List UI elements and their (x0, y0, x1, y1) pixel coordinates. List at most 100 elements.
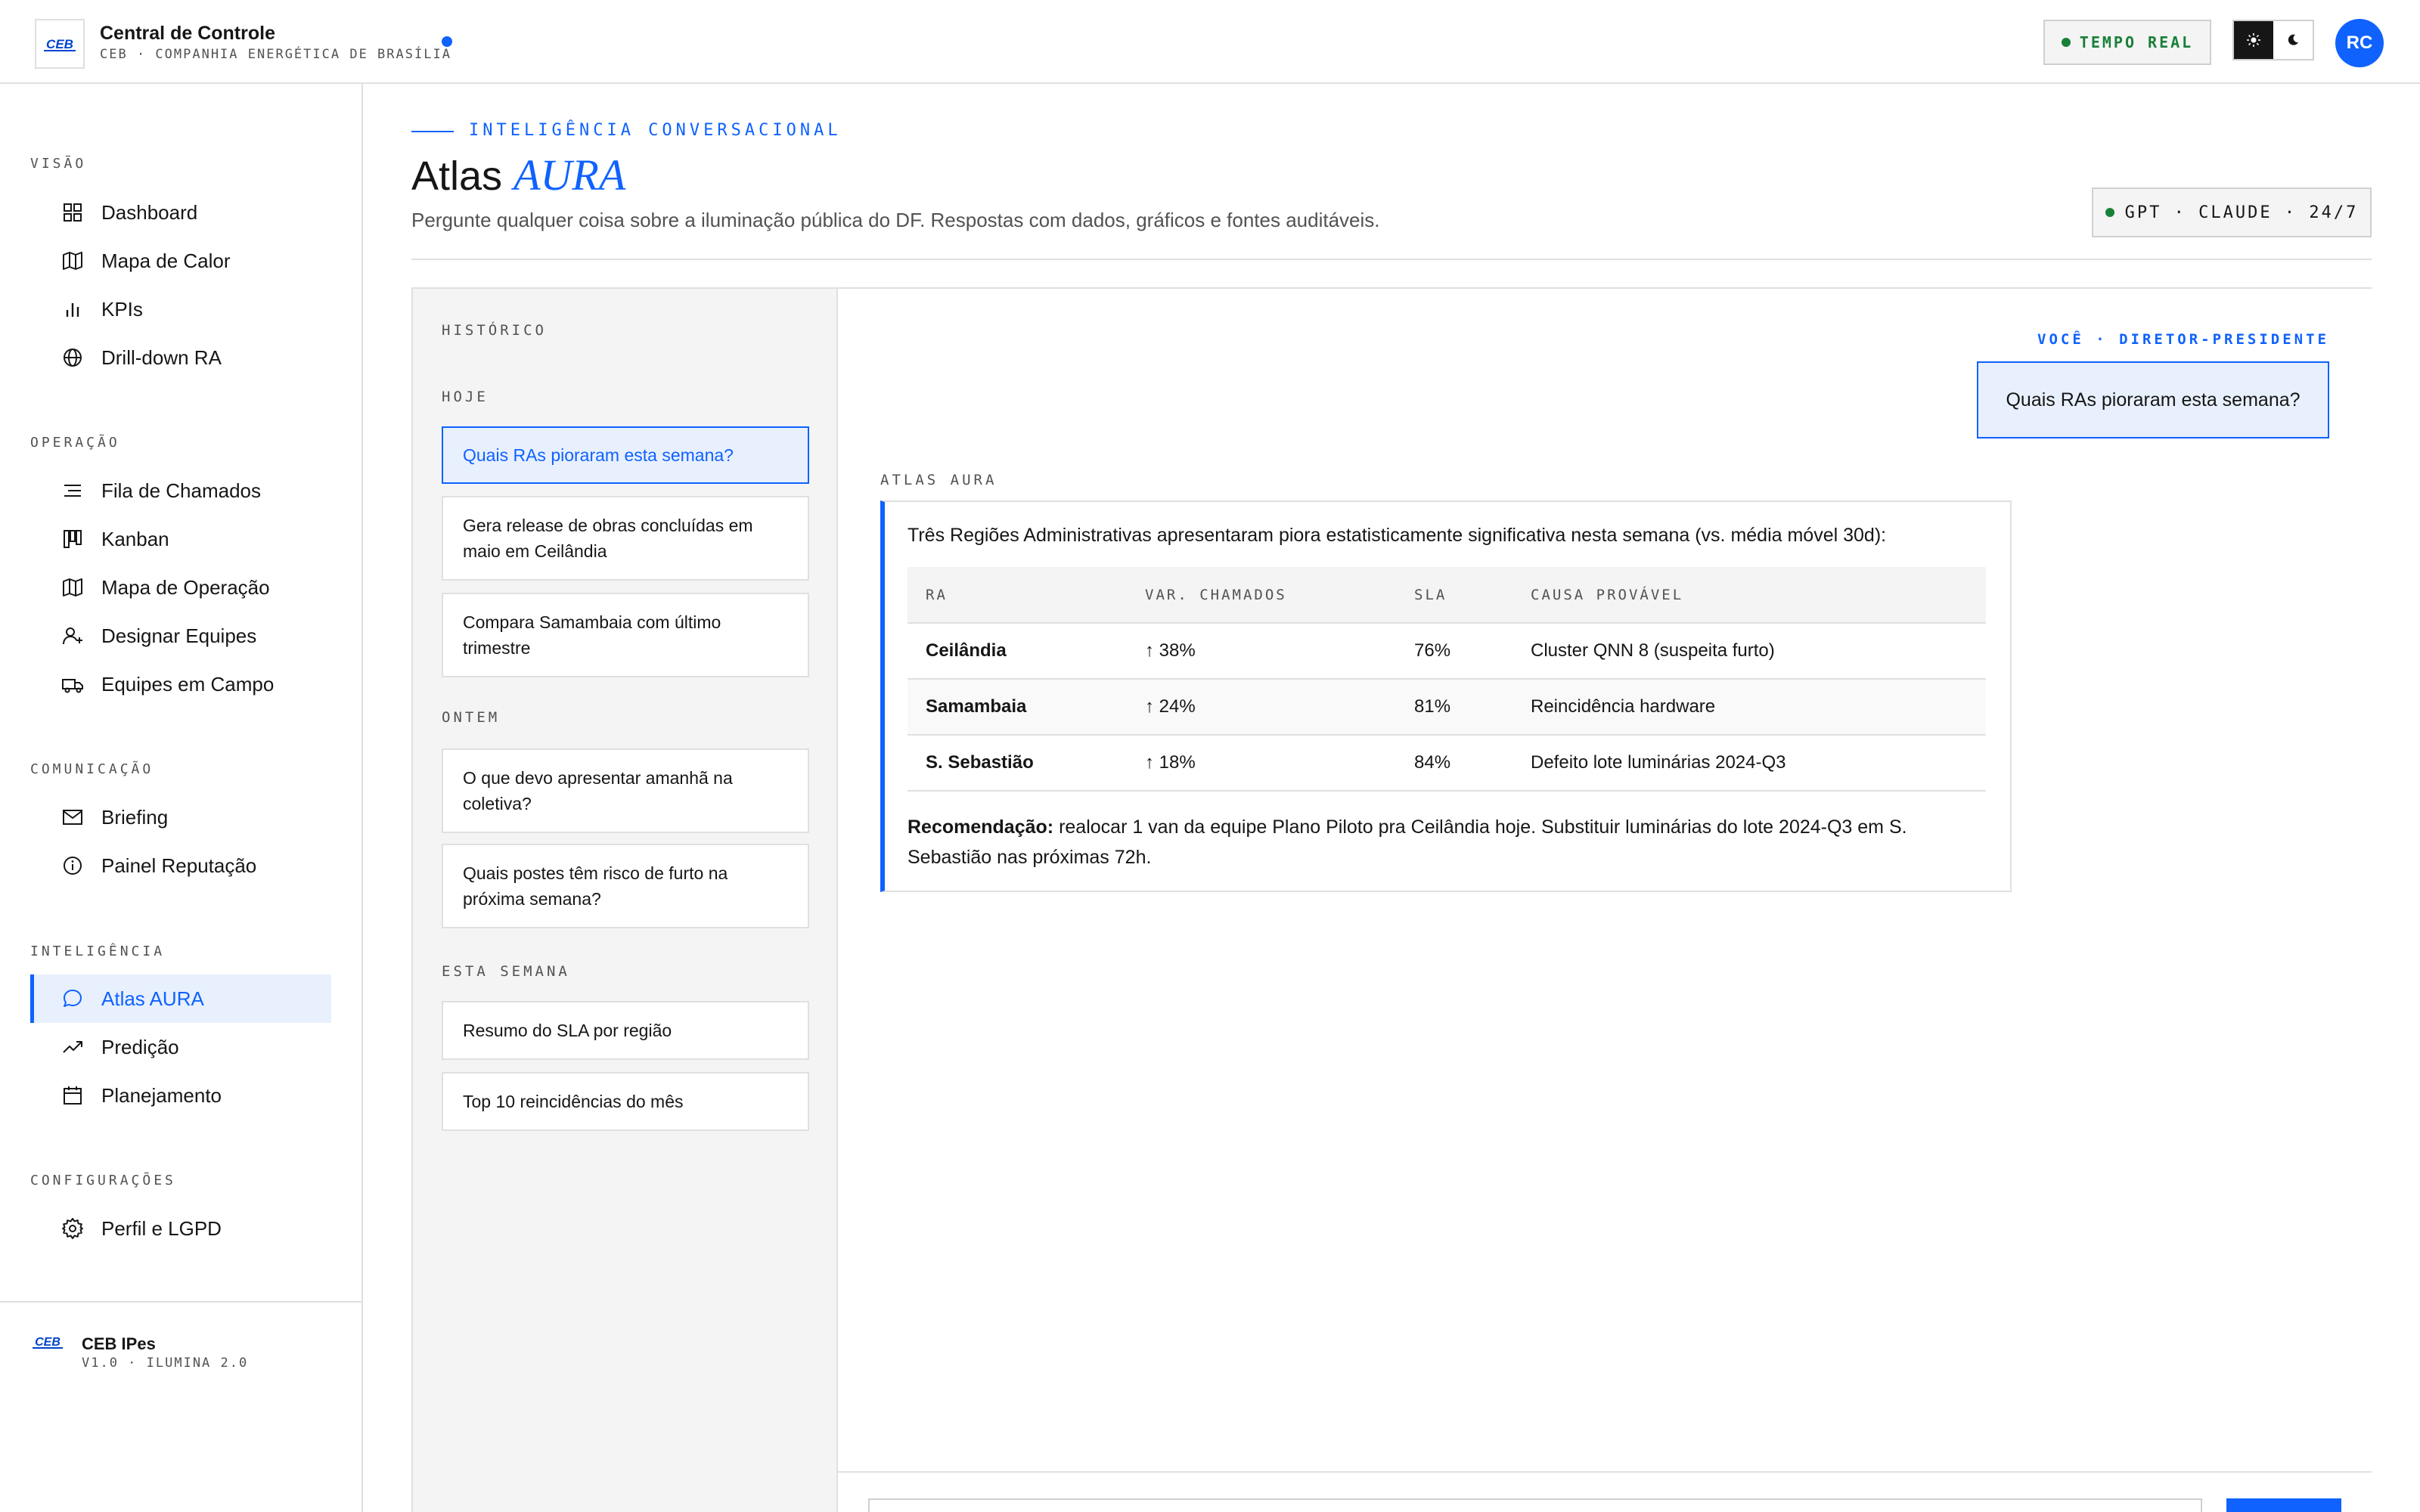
info-circle-icon (64, 857, 82, 875)
table-row: Ceilândia ↑ 38% 76% Cluster QNN 8 (suspe… (908, 623, 1986, 680)
ceb-logo[interactable]: CEB (35, 19, 85, 69)
recommendation: Recomendação: realocar 1 van da equipe P… (908, 812, 1986, 872)
dark-theme-option[interactable] (2273, 21, 2313, 59)
history-label: HISTÓRICO (442, 322, 547, 339)
light-theme-option[interactable] (2234, 21, 2273, 59)
sidebar-item-label: Fila de Chamados (101, 479, 261, 502)
sidebar-item-perfil-e-lgpd[interactable]: Perfil e LGPD (30, 1204, 331, 1253)
section-label-visao: VISÃO (30, 156, 87, 172)
history-group-this-week: ESTA SEMANA (442, 963, 570, 980)
section-label-configuracoes: CONFIGURAÇÕES (30, 1173, 176, 1188)
page-title: Atlas AURA (411, 150, 625, 200)
sidebar-item-label: Perfil e LGPD (101, 1216, 222, 1240)
mail-icon (63, 810, 82, 825)
product-name: CEB IPes (82, 1334, 156, 1353)
sidebar-item-kpis[interactable]: KPIs (30, 285, 331, 333)
cell-var: ↑ 18% (1127, 735, 1396, 792)
history-item[interactable]: Quais RAs pioraram esta semana? (442, 426, 809, 484)
sidebar-item-label: KPIs (101, 297, 143, 321)
sidebar-item-label: Designar Equipes (101, 624, 257, 647)
column-header-causa: CAUSA PROVÁVEL (1512, 567, 1986, 624)
sidebar-item-designar-equipes[interactable]: Designar Equipes (30, 612, 331, 660)
history-item[interactable]: O que devo apresentar amanhã na coletiva… (442, 748, 809, 833)
recommendation-label: Recomendação: (908, 816, 1054, 838)
trend-up-icon (63, 1041, 82, 1053)
sidebar-item-label: Mapa de Operação (101, 575, 270, 599)
cell-var: ↑ 24% (1127, 679, 1396, 736)
column-header-var-chamados: VAR. CHAMADOS (1127, 567, 1396, 624)
chat-panel: HISTÓRICO HOJE Quais RAs pioraram esta s… (411, 287, 2372, 1512)
grid-icon (64, 203, 82, 222)
sidebar-item-kanban[interactable]: Kanban (30, 515, 331, 563)
logo-text: CEB (46, 37, 73, 51)
user-avatar[interactable]: RC (2335, 19, 2384, 67)
history-group-today: HOJE (442, 389, 489, 405)
sidebar-item-fila-de-chamados[interactable]: Fila de Chamados (30, 466, 331, 515)
sidebar-item-label: Equipes em Campo (101, 672, 275, 696)
history-item[interactable]: Gera release de obras concluídas em maio… (442, 496, 809, 581)
user-message-meta: VOCÊ · DIRETOR-PRESIDENTE (2037, 331, 2329, 348)
composer-divider (838, 1471, 2372, 1473)
sidebar-item-label: Briefing (101, 805, 169, 829)
ceb-footer-logo: CEB (30, 1333, 65, 1355)
history-item[interactable]: Quais postes têm risco de furto na próxi… (442, 844, 809, 928)
status-dot (442, 36, 452, 47)
sidebar-item-label: Predição (101, 1035, 179, 1058)
footer-logo-text: CEB (35, 1336, 60, 1349)
sidebar-item-painel-reputacao[interactable]: Painel Reputação (30, 841, 331, 890)
sidebar-item-equipes-em-campo[interactable]: Equipes em Campo (30, 660, 331, 708)
sidebar-item-label: Atlas AURA (101, 987, 204, 1010)
send-button[interactable] (2226, 1498, 2341, 1512)
sidebar-item-label: Dashboard (101, 200, 198, 224)
message-input[interactable] (868, 1498, 2202, 1512)
sidebar-item-label: Drill-down RA (101, 345, 222, 369)
cell-sla: 84% (1396, 735, 1512, 792)
sidebar-item-briefing[interactable]: Briefing (30, 793, 331, 841)
page-eyebrow: INTELIGÊNCIA CONVERSACIONAL (469, 121, 842, 140)
chat-thread: VOCÊ · DIRETOR-PRESIDENTE Quais RAs pior… (838, 289, 2372, 1512)
history-group-yesterday: ONTEM (442, 709, 501, 726)
bar-chart-icon (66, 303, 79, 317)
column-header-sla: SLA (1396, 567, 1512, 624)
realtime-label: TEMPO REAL (2079, 33, 2194, 51)
sidebar-item-mapa-de-calor[interactable]: Mapa de Calor (30, 237, 331, 285)
eyebrow-line (411, 131, 454, 132)
table-row: Samambaia ↑ 24% 81% Reincidência hardwar… (908, 679, 1986, 736)
truck-icon (62, 679, 83, 693)
history-item[interactable]: Compara Samambaia com último trimestre (442, 593, 809, 677)
sidebar-item-predicao[interactable]: Predição (30, 1023, 331, 1071)
cell-var: ↑ 38% (1127, 623, 1396, 680)
section-label-inteligencia: INTELIGÊNCIA (30, 943, 166, 959)
calendar-icon (64, 1086, 82, 1105)
cell-ra: Samambaia (908, 679, 1127, 736)
table-header-row: RA VAR. CHAMADOS SLA CAUSA PROVÁVEL (908, 567, 1986, 624)
chat-bubble-icon (64, 990, 82, 1007)
sidebar-item-dashboard[interactable]: Dashboard (30, 188, 331, 237)
top-bar: CEB Central de Controle CEB · COMPANHIA … (0, 0, 2420, 84)
assistant-message-meta: ATLAS AURA (880, 472, 997, 488)
model-status-dot (2105, 208, 2114, 217)
sidebar-item-mapa-de-operacao[interactable]: Mapa de Operação (30, 563, 331, 612)
user-plus-icon (63, 627, 82, 645)
cell-cause: Cluster QNN 8 (suspeita furto) (1512, 623, 1986, 680)
sidebar-item-label: Kanban (101, 527, 169, 550)
list-icon (64, 485, 81, 497)
section-label-operacao: OPERAÇÃO (30, 435, 120, 451)
cell-cause: Reincidência hardware (1512, 679, 1986, 736)
history-item[interactable]: Top 10 reincidências do mês (442, 1072, 809, 1131)
history-item[interactable]: Resumo do SLA por região (442, 1001, 809, 1060)
kanban-icon (64, 530, 82, 548)
sidebar-item-atlas-aura[interactable]: Atlas AURA (30, 974, 331, 1023)
assistant-intro-text: Três Regiões Administrativas apresentara… (908, 525, 1887, 546)
app-title: Central de Controle (100, 23, 275, 44)
moon-icon (2288, 34, 2298, 45)
sidebar: VISÃO Dashboard Mapa de Calor KPIs Drill… (0, 84, 363, 1512)
sidebar-item-planejamento[interactable]: Planejamento (30, 1071, 331, 1120)
page-description: Pergunte qualquer coisa sobre a iluminaç… (411, 209, 1380, 231)
table-row: S. Sebastião ↑ 18% 84% Defeito lote lumi… (908, 735, 1986, 792)
sidebar-item-drill-down-ra[interactable]: Drill-down RA (30, 333, 331, 382)
theme-toggle[interactable] (2232, 20, 2314, 60)
ra-table: RA VAR. CHAMADOS SLA CAUSA PROVÁVEL Ceil… (908, 567, 1986, 792)
cell-sla: 81% (1396, 679, 1512, 736)
map-icon (63, 578, 82, 596)
